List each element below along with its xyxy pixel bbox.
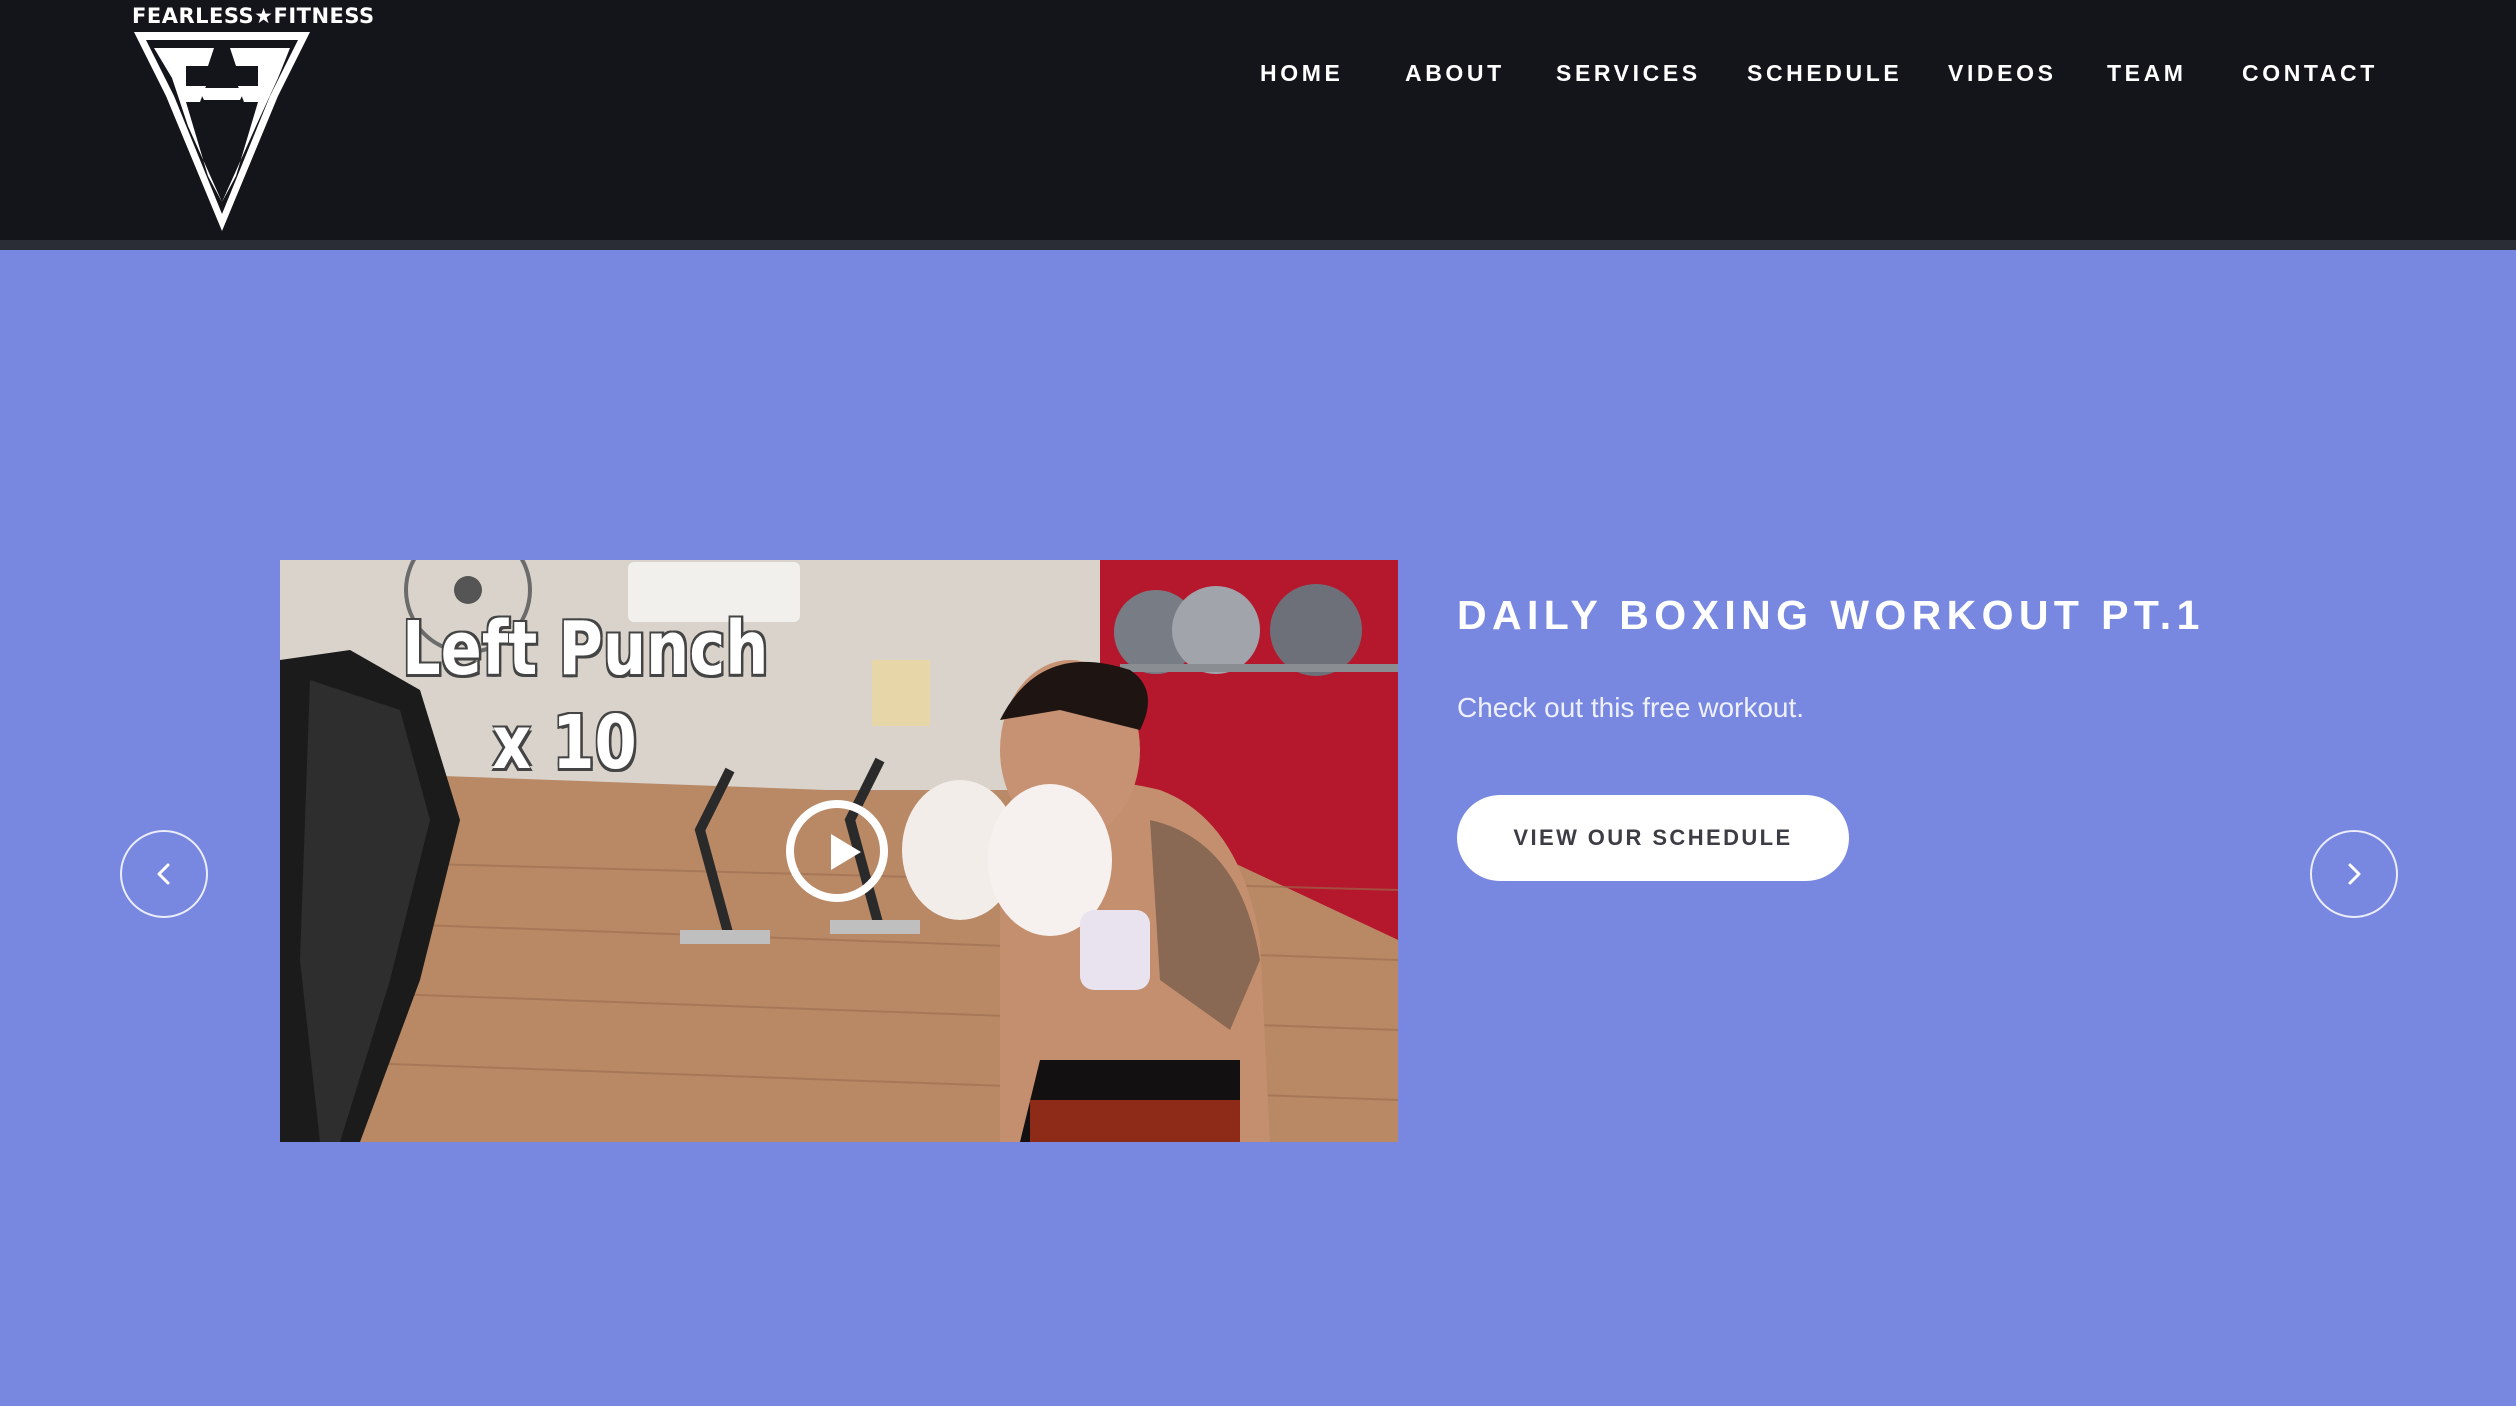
nav-services[interactable]: SERVICES bbox=[1556, 60, 1701, 87]
view-schedule-button[interactable]: VIEW OUR SCHEDULE bbox=[1457, 795, 1849, 881]
carousel-prev-button[interactable] bbox=[120, 830, 208, 918]
nav-team[interactable]: TEAM bbox=[2107, 60, 2187, 87]
workout-video-thumbnail[interactable]: Left Punch x 10 bbox=[280, 560, 1398, 1142]
nav-contact[interactable]: CONTACT bbox=[2242, 60, 2378, 87]
nav-schedule[interactable]: SCHEDULE bbox=[1747, 60, 1902, 87]
slide-title: DAILY BOXING WORKOUT PT.1 bbox=[1457, 592, 2205, 638]
logo-wordmark: FEARLESS★FITNESS bbox=[132, 4, 375, 28]
ff-monogram-logo-icon bbox=[134, 32, 310, 231]
video-overlay-caption-line2: x 10 bbox=[492, 700, 637, 786]
site-logo[interactable]: FEARLESS★FITNESS bbox=[128, 0, 375, 235]
chevron-left-icon bbox=[157, 863, 170, 885]
play-circle-icon[interactable] bbox=[786, 800, 888, 902]
slide-description: Check out this free workout. bbox=[1457, 692, 1805, 723]
nav-home[interactable]: HOME bbox=[1260, 60, 1343, 87]
carousel-next-button[interactable] bbox=[2310, 830, 2398, 918]
header-divider bbox=[0, 240, 2516, 250]
nav-videos[interactable]: VIDEOS bbox=[1948, 60, 2057, 87]
video-overlay-caption-line1: Left Punch bbox=[402, 606, 769, 692]
site-header bbox=[0, 0, 2516, 240]
chevron-right-icon bbox=[2348, 863, 2361, 885]
nav-about[interactable]: ABOUT bbox=[1405, 60, 1505, 87]
